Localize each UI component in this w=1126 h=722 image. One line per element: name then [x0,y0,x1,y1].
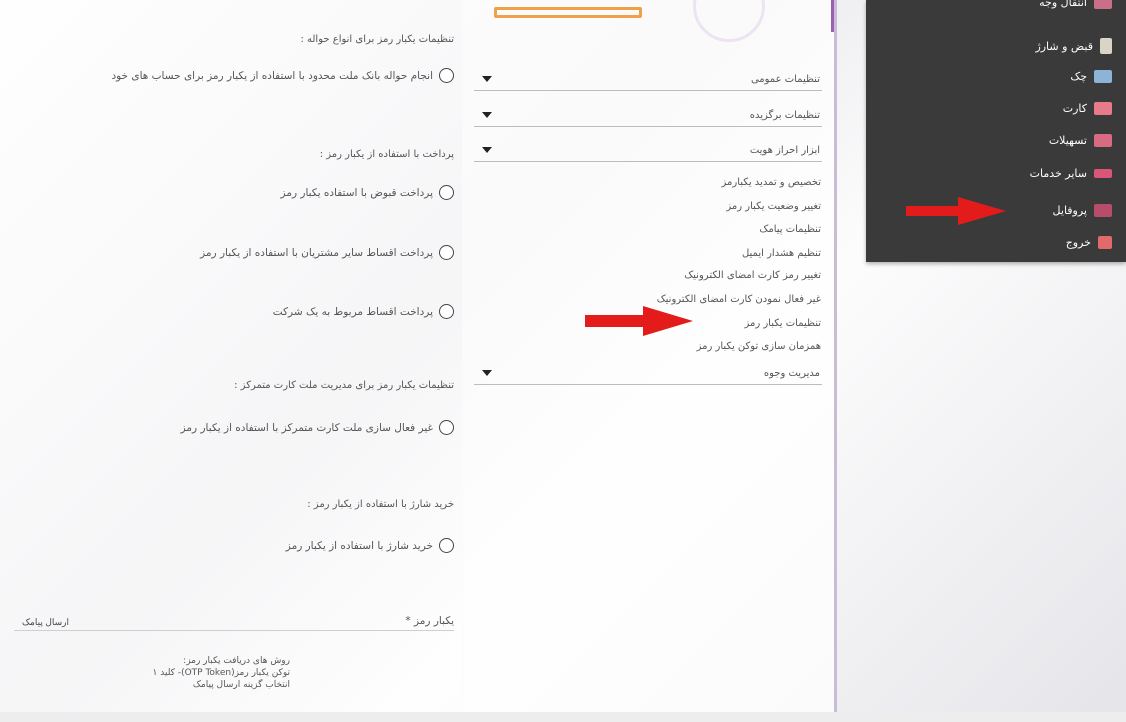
menu-item-disable-esign-card[interactable]: غیر فعال نمودن کارت امضای الکترونیک [657,294,821,305]
menu-item-cheque[interactable]: چک [1070,70,1112,83]
otp-input[interactable] [14,630,454,631]
otp-help-line-3: انتخاب گزینه ارسال پیامک [192,680,290,690]
menu-item-label: چک [1070,70,1087,83]
transfer-checkbox[interactable] [439,68,454,83]
card-disable-checkbox[interactable] [439,420,454,435]
card-disable-label: غیر فعال سازی ملت کارت متمرکز با استفاده… [180,421,433,434]
bill-payment-label: پرداخت قبوض با استفاده یکبار رمز [280,186,433,199]
bill-icon [1100,38,1112,54]
otp-settings-panel: تنظیمات یکبار رمز برای انواع حواله : انج… [0,0,463,722]
menu-item-card[interactable]: کارت [1063,102,1112,115]
charge-option[interactable]: خرید شارژ با استفاده از یکبار رمز [286,538,454,553]
bottom-strip [0,712,1126,722]
transfer-icon [1094,0,1112,9]
otp-help-line-1: روش های دریافت یکبار رمز: [183,656,290,666]
accordion-favorite-settings[interactable]: تنظیمات برگزیده [474,104,822,127]
charge-option-label: خرید شارژ با استفاده از یکبار رمز [285,539,433,552]
otp-help-text: روش های دریافت یکبار رمز: توکن یکبار رمز… [153,655,290,691]
otp-label: یکبار رمز * [405,615,454,627]
menu-item-label: خروج [1065,236,1091,249]
transfer-section-title: تنظیمات یکبار رمز برای انواع حواله : [300,34,454,45]
menu-item-bill-charge[interactable]: قبض و شارژ [1035,38,1112,54]
company-installments-checkbox[interactable] [439,304,454,319]
caret-down-icon [482,370,492,376]
panel-accent-bar [831,0,834,32]
company-installments-option[interactable]: پرداخت اقساط مربوط به یک شرکت [273,304,454,319]
other-installments-checkbox[interactable] [439,245,454,260]
menu-item-transfer[interactable]: انتقال وجه [1039,0,1112,9]
charge-section-title: خرید شارژ با استفاده از یکبار رمز : [307,499,454,510]
menu-item-otp-status[interactable]: تغییر وضعیت یکبار رمز [726,201,821,212]
menu-item-other-services[interactable]: سایر خدمات [1030,167,1112,180]
menu-item-label: کارت [1062,102,1087,115]
cart-icon [1094,169,1112,178]
menu-item-label: انتقال وجه [1039,0,1087,9]
accordion-label: مدیریت وجوه [763,367,820,379]
accordion-auth-tools[interactable]: ابزار احراز هویت [474,139,822,162]
caret-down-icon [482,147,492,153]
cheque-icon [1094,70,1112,83]
menu-item-otp-settings[interactable]: تنظیمات یکبار رمز [744,318,821,329]
menu-item-email-alert[interactable]: تنظیم هشدار ایمیل [742,248,821,259]
menu-item-sms-settings[interactable]: تنظیمات پیامک [759,224,821,235]
menu-item-label: تسهیلات [1048,134,1087,147]
accordion-label: تنظیمات برگزیده [749,109,820,121]
otp-help-line-2: توکن یکبار رمز(OTP Token)- کلید ۱ [152,668,290,678]
company-installments-label: پرداخت اقساط مربوط به یک شرکت [272,305,433,318]
accordion-funds-management[interactable]: مدیریت وجوه [474,362,822,385]
other-installments-label: پرداخت اقساط سایر مشتریان با استفاده از … [200,246,433,259]
charge-checkbox[interactable] [439,538,454,553]
bill-payment-checkbox[interactable] [439,185,454,200]
card-disable-option[interactable]: غیر فعال سازی ملت کارت متمرکز با استفاده… [181,420,454,435]
facilities-icon [1094,134,1112,147]
payment-section-title: پرداخت با استفاده از یکبار رمز : [319,149,454,160]
accordion-label: تنظیمات عمومی [750,73,820,85]
menu-item-label: قبض و شارژ [1035,39,1093,53]
menu-item-label: سایر خدمات [1029,167,1087,180]
transfer-option[interactable]: انجام حواله بانک ملت محدود با استفاده از… [111,68,454,83]
menu-item-facilities[interactable]: تسهیلات [1049,134,1112,147]
logout-icon [1098,236,1112,249]
menu-item-change-esign-pin[interactable]: تغییر رمز کارت امضای الکترونیک [684,270,821,281]
transfer-option-label: انجام حواله بانک ملت محدود با استفاده از… [111,69,433,82]
highlight-box [494,7,642,18]
caret-down-icon [482,112,492,118]
other-installments-option[interactable]: پرداخت اقساط سایر مشتریان با استفاده از … [200,245,454,260]
accordion-general-settings[interactable]: تنظیمات عمومی [474,68,822,91]
menu-item-logout[interactable]: خروج [1066,236,1112,249]
red-arrow-icon [906,197,1006,225]
menu-item-label: پروفایل [1052,204,1087,217]
red-arrow-icon [585,306,693,336]
accordion-label: ابزار احراز هویت [749,144,820,156]
send-sms-button[interactable]: ارسال پیامک [22,617,69,628]
profile-icon [1094,204,1112,217]
bill-payment-option[interactable]: پرداخت قبوض با استفاده یکبار رمز [281,185,454,200]
card-section-title: تنظیمات یکبار رمز برای مدیریت ملت کارت م… [234,380,454,391]
caret-down-icon [482,76,492,82]
menu-item-otp-token-sync[interactable]: همزمان سازی توکن یکبار رمز [697,341,821,352]
menu-item-profile[interactable]: پروفایل [1053,204,1112,217]
menu-item-otp-assign[interactable]: تخصیص و تمدید یکبارمز [722,177,821,188]
card-icon [1094,102,1112,115]
